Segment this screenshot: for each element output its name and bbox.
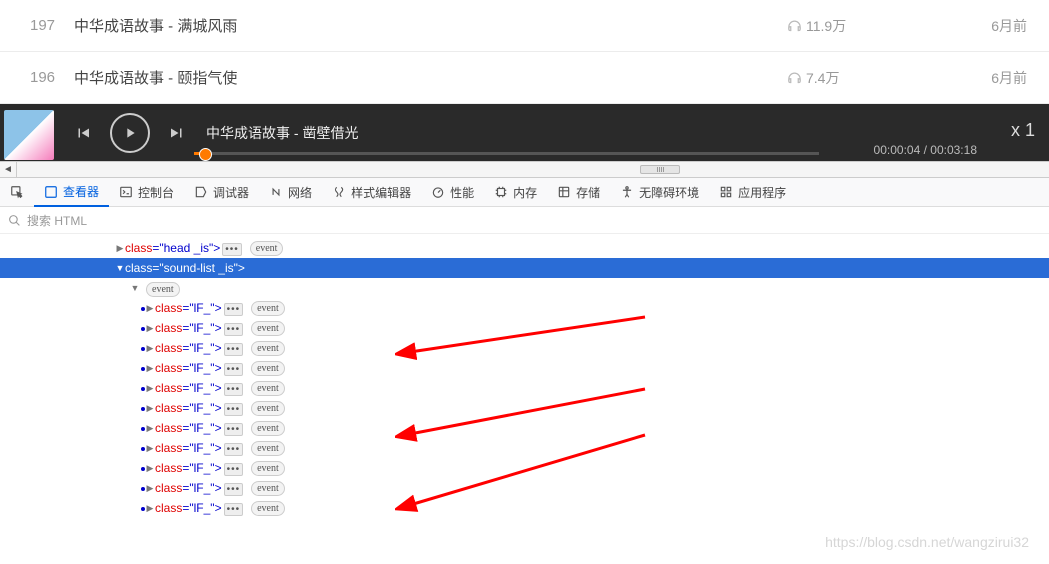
search-icon — [8, 214, 21, 227]
player-title: 中华成语故事 - 凿壁借光 — [206, 123, 358, 143]
track-plays: 7.4万 — [787, 68, 947, 88]
track-time: 6月前 — [947, 16, 1027, 36]
track-row[interactable]: 197 中华成语故事 - 满城风雨 11.9万 6月前 — [0, 0, 1049, 52]
prev-button[interactable] — [74, 124, 92, 142]
tab-accessibility[interactable]: 无障碍环境 — [610, 178, 709, 206]
audio-player: 中华成语故事 - 凿壁借光 00:00:04 / 00:03:18 x 1 — [0, 104, 1049, 161]
tab-style-editor[interactable]: 样式编辑器 — [322, 178, 421, 206]
track-time: 6月前 — [947, 68, 1027, 88]
track-number: 197 — [30, 17, 74, 34]
track-title: 中华成语故事 - 颐指气使 — [74, 67, 787, 88]
tab-debugger[interactable]: 调试器 — [184, 178, 259, 206]
tab-storage[interactable]: 存储 — [547, 178, 610, 206]
search-placeholder: 搜索 HTML — [27, 212, 87, 229]
scroll-grip[interactable] — [640, 165, 680, 174]
pick-element-button[interactable] — [0, 178, 34, 206]
album-thumb[interactable] — [4, 110, 54, 160]
html-search[interactable]: 搜索 HTML — [0, 207, 1049, 234]
devtools-toolbar: 查看器 控制台 调试器 网络 样式编辑器 性能 内存 存储 无障碍环境 应用程序 — [0, 178, 1049, 207]
play-button[interactable] — [110, 113, 150, 153]
track-plays: 11.9万 — [787, 16, 947, 36]
playback-speed[interactable]: x 1 — [1011, 120, 1035, 141]
annotation-arrow — [395, 312, 655, 362]
tab-performance[interactable]: 性能 — [421, 178, 484, 206]
progress-bar[interactable] — [194, 152, 819, 155]
track-row[interactable]: 196 中华成语故事 - 颐指气使 7.4万 6月前 — [0, 52, 1049, 104]
watermark: https://blog.csdn.net/wangzirui32 — [825, 534, 1029, 550]
tab-network[interactable]: 网络 — [259, 178, 322, 206]
h-scrollbar[interactable]: ◄ — [0, 161, 1049, 178]
tab-application[interactable]: 应用程序 — [709, 178, 796, 206]
tab-memory[interactable]: 内存 — [484, 178, 547, 206]
headphones-icon — [787, 70, 802, 85]
annotation-arrow — [395, 430, 655, 515]
track-number: 196 — [30, 69, 74, 86]
next-button[interactable] — [168, 124, 186, 142]
headphones-icon — [787, 18, 802, 33]
scroll-left-arrow[interactable]: ◄ — [0, 162, 17, 177]
player-time: 00:00:04 / 00:03:18 — [874, 143, 977, 157]
tab-console[interactable]: 控制台 — [109, 178, 184, 206]
track-title: 中华成语故事 - 满城风雨 — [74, 15, 787, 36]
tab-inspector[interactable]: 查看器 — [34, 179, 109, 207]
